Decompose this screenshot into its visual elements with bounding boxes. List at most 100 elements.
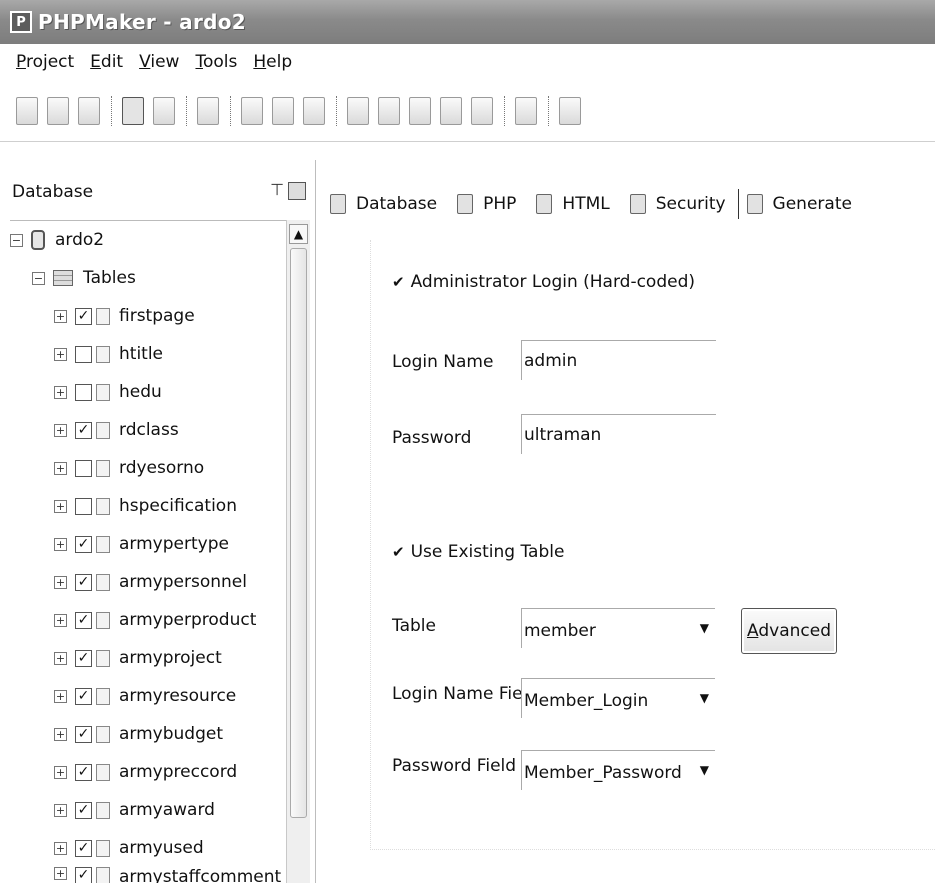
table-checkbox[interactable]: ✓ (75, 649, 92, 667)
menu-project[interactable]: Project (16, 52, 74, 72)
new-project-icon[interactable] (16, 96, 38, 125)
menu-edit[interactable]: Edit (90, 52, 123, 72)
table-checkbox[interactable]: ✓ (75, 839, 92, 857)
tab-generate[interactable]: Generate (746, 194, 852, 214)
html-settings-icon[interactable] (272, 96, 294, 125)
expand-icon[interactable]: + (54, 347, 67, 361)
menu-help[interactable]: Help (253, 52, 292, 72)
tree-table-item[interactable]: + ✓ armyresource (54, 677, 236, 715)
tree-root[interactable]: − ardo2 (10, 221, 104, 259)
expand-icon[interactable]: + (54, 689, 67, 703)
table-icon (96, 687, 110, 705)
collapse-icon[interactable]: − (10, 233, 23, 247)
dropdown-arrow-icon[interactable]: ▼ (700, 691, 709, 705)
login-name-field-value: Member_Login (524, 691, 649, 711)
expand-icon[interactable]: + (54, 841, 67, 855)
settings-tabs: Database PHP HTML Security Generate (330, 186, 872, 222)
table-checkbox[interactable]: ✓ (75, 611, 92, 629)
tree-table-item[interactable]: + ✓ armyproject (54, 639, 222, 677)
menu-view[interactable]: View (139, 52, 179, 72)
expand-icon[interactable]: + (54, 765, 67, 779)
tree-table-item[interactable]: + ✓ armyaward (54, 791, 215, 829)
php-settings-icon[interactable] (241, 96, 263, 125)
expand-icon[interactable]: + (54, 867, 67, 880)
dropdown-arrow-icon[interactable]: ▼ (700, 621, 709, 635)
window-icon[interactable] (409, 96, 431, 125)
help-icon[interactable] (559, 96, 581, 125)
expand-icon[interactable]: + (54, 537, 67, 551)
expand-icon[interactable]: + (54, 803, 67, 817)
admin-login-checkbox[interactable]: ✔ Administrator Login (Hard-coded) (392, 272, 695, 292)
scroll-thumb[interactable] (290, 248, 307, 818)
tree-table-item[interactable]: + ✓ armystaffcomment (54, 867, 281, 883)
dropdown-arrow-icon[interactable]: ▼ (700, 763, 709, 777)
table-checkbox[interactable]: ✓ (75, 867, 92, 883)
tree-table-item[interactable]: + hspecification (54, 487, 237, 525)
tree-table-item[interactable]: + rdyesorno (54, 449, 204, 487)
table-checkbox[interactable] (75, 345, 92, 363)
table-select[interactable]: member ▼ (521, 608, 715, 648)
tree-table-item[interactable]: + ✓ armypersonnel (54, 563, 247, 601)
table-label: Table (392, 616, 436, 636)
expand-icon[interactable]: + (54, 727, 67, 741)
tree-table-item[interactable]: + htitle (54, 335, 163, 373)
expand-icon[interactable]: + (54, 613, 67, 627)
table-checkbox[interactable]: ✓ (75, 725, 92, 743)
sync-icon[interactable] (303, 96, 325, 125)
table-checkbox[interactable]: ✓ (75, 421, 92, 439)
page-icon[interactable] (347, 96, 369, 125)
copy-icon[interactable] (378, 96, 400, 125)
expand-icon[interactable]: + (54, 575, 67, 589)
tree-table-item[interactable]: + ✓ armypertype (54, 525, 229, 563)
table-checkbox[interactable]: ✓ (75, 573, 92, 591)
close-panel-icon[interactable] (288, 182, 306, 200)
table-checkbox[interactable]: ✓ (75, 763, 92, 781)
script-icon[interactable] (515, 96, 537, 125)
login-name-field-select[interactable]: Member_Login ▼ (521, 678, 715, 718)
database-icon[interactable] (197, 96, 219, 125)
password-input[interactable]: ultraman (521, 414, 716, 454)
tree-table-item[interactable]: + ✓ armybudget (54, 715, 223, 753)
expand-icon[interactable]: + (54, 309, 67, 323)
tab-database[interactable]: Database (330, 194, 437, 214)
advanced-button[interactable]: Advanced (741, 608, 837, 654)
expand-icon[interactable]: + (54, 385, 67, 399)
generate-icon[interactable] (471, 96, 493, 125)
table-checkbox[interactable]: ✓ (75, 307, 92, 325)
tree-table-item[interactable]: + ✓ armyused (54, 829, 204, 867)
use-existing-table-checkbox[interactable]: ✔ Use Existing Table (392, 542, 564, 562)
expand-icon[interactable]: + (54, 499, 67, 513)
collapse-icon[interactable]: − (32, 271, 45, 285)
table-checkbox[interactable] (75, 383, 92, 401)
expand-icon[interactable]: + (54, 423, 67, 437)
folder-view-icon[interactable] (153, 96, 175, 125)
menu-tools[interactable]: Tools (195, 52, 237, 72)
tree-tables-node[interactable]: − Tables (32, 259, 136, 297)
password-field-select[interactable]: Member_Password ▼ (521, 750, 715, 790)
login-name-input[interactable]: admin (521, 340, 716, 380)
table-checkbox[interactable]: ✓ (75, 535, 92, 553)
expand-icon[interactable]: + (54, 461, 67, 475)
tree-table-item[interactable]: + ✓ armypreccord (54, 753, 237, 791)
save-project-icon[interactable] (78, 96, 100, 125)
expand-icon[interactable]: + (54, 651, 67, 665)
tree-table-item[interactable]: + ✓ armyperproduct (54, 601, 256, 639)
tree-scrollbar[interactable]: ▲ (286, 220, 310, 883)
lock-icon[interactable] (440, 96, 462, 125)
tree-table-item[interactable]: + ✓ firstpage (54, 297, 195, 335)
tab-security[interactable]: Security (629, 194, 726, 214)
tree-table-item[interactable]: + ✓ rdclass (54, 411, 179, 449)
tree-table-item[interactable]: + hedu (54, 373, 162, 411)
table-checkbox[interactable]: ✓ (75, 801, 92, 819)
tables-icon (53, 270, 73, 286)
tab-html[interactable]: HTML (536, 194, 610, 214)
table-icon (96, 801, 110, 819)
tree-view-icon[interactable] (122, 96, 144, 125)
table-checkbox[interactable] (75, 497, 92, 515)
scroll-up-icon[interactable]: ▲ (289, 224, 308, 244)
open-project-icon[interactable] (47, 96, 69, 125)
tab-php[interactable]: PHP (457, 194, 516, 214)
table-checkbox[interactable]: ✓ (75, 687, 92, 705)
pin-icon[interactable]: ⊤ (270, 180, 284, 200)
table-checkbox[interactable] (75, 459, 92, 477)
